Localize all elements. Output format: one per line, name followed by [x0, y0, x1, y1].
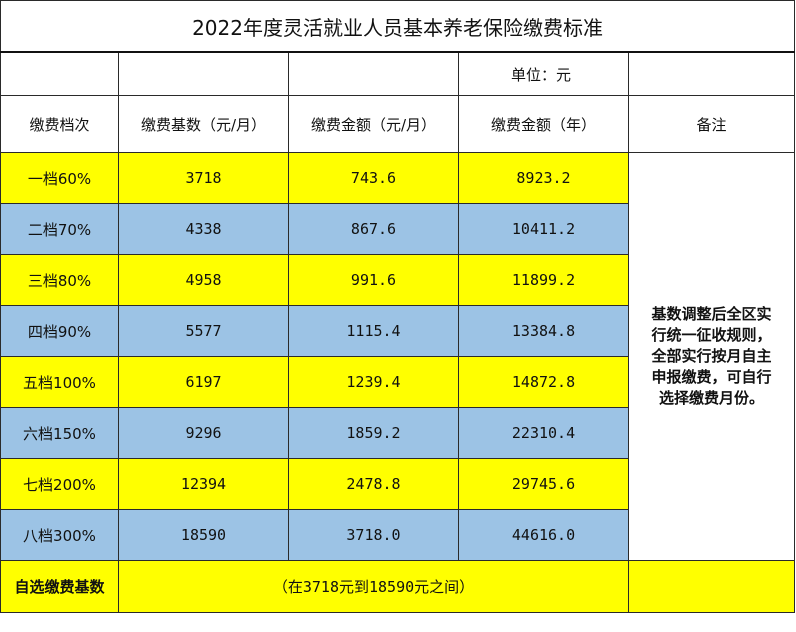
yearly-cell[interactable]: 22310.4 [458, 407, 629, 459]
base-cell[interactable]: 6197 [118, 356, 289, 408]
monthly-cell[interactable]: 743.6 [288, 152, 459, 204]
cell-empty[interactable] [0, 51, 119, 96]
level-cell[interactable]: 七档200% [0, 458, 119, 510]
level-cell[interactable]: 六档150% [0, 407, 119, 459]
level-cell[interactable]: 二档70% [0, 203, 119, 255]
yearly-cell[interactable]: 8923.2 [458, 152, 629, 204]
base-cell[interactable]: 18590 [118, 509, 289, 561]
cell-empty[interactable] [627, 51, 796, 96]
header-note[interactable]: 备注 [627, 95, 796, 153]
monthly-cell[interactable]: 991.6 [288, 254, 459, 306]
yearly-cell[interactable]: 29745.6 [458, 458, 629, 510]
header-yearly[interactable]: 缴费金额（年） [458, 95, 629, 153]
yearly-cell[interactable]: 14872.8 [458, 356, 629, 408]
base-cell[interactable]: 4958 [118, 254, 289, 306]
note-line: 申报缴费，可自行 [651, 368, 772, 386]
note-line: 基数调整后全区实 [651, 305, 772, 323]
note-cell[interactable]: 基数调整后全区实 行统一征收规则， 全部实行按月自主 申报缴费，可自行 选择缴费… [627, 152, 796, 561]
monthly-cell[interactable]: 867.6 [288, 203, 459, 255]
level-cell[interactable]: 三档80% [0, 254, 119, 306]
monthly-cell[interactable]: 3718.0 [288, 509, 459, 561]
table-row: 一档60% 3718 743.6 8923.2 基数调整后全区实 行统一征收规则… [0, 152, 796, 561]
monthly-cell[interactable]: 2478.8 [288, 458, 459, 510]
note-line: 全部实行按月自主 [651, 347, 772, 365]
yearly-cell[interactable]: 11899.2 [458, 254, 629, 306]
cell-empty[interactable] [627, 560, 796, 613]
monthly-cell[interactable]: 1239.4 [288, 356, 459, 408]
level-cell[interactable]: 一档60% [0, 152, 119, 204]
yearly-cell[interactable]: 10411.2 [458, 203, 629, 255]
base-cell[interactable]: 4338 [118, 203, 289, 255]
base-cell[interactable]: 5577 [118, 305, 289, 357]
base-cell[interactable]: 12394 [118, 458, 289, 510]
table-row: 自选缴费基数 （在3718元到18590元之间） [0, 560, 796, 613]
level-cell[interactable]: 五档100% [0, 356, 119, 408]
yearly-cell[interactable]: 13384.8 [458, 305, 629, 357]
header-monthly[interactable]: 缴费金额（元/月） [288, 95, 459, 153]
note-line: 行统一征收规则， [651, 326, 772, 344]
level-cell[interactable]: 八档300% [0, 509, 119, 561]
cell-empty[interactable] [288, 51, 459, 96]
table-title[interactable]: 2022年度灵活就业人员基本养老保险缴费标准 [0, 0, 796, 53]
base-cell[interactable]: 3718 [118, 152, 289, 204]
monthly-cell[interactable]: 1859.2 [288, 407, 459, 459]
header-base[interactable]: 缴费基数（元/月） [118, 95, 289, 153]
note-line: 选择缴费月份。 [659, 389, 765, 407]
custom-base-range[interactable]: （在3718元到18590元之间） [118, 560, 629, 613]
cell-empty[interactable] [118, 51, 289, 96]
yearly-cell[interactable]: 44616.0 [458, 509, 629, 561]
contribution-table: 2022年度灵活就业人员基本养老保险缴费标准 单位：元 缴费档次 缴费基数（元/… [0, 0, 796, 613]
level-cell[interactable]: 四档90% [0, 305, 119, 357]
unit-label[interactable]: 单位：元 [458, 51, 629, 96]
base-cell[interactable]: 9296 [118, 407, 289, 459]
custom-base-label[interactable]: 自选缴费基数 [0, 560, 119, 613]
monthly-cell[interactable]: 1115.4 [288, 305, 459, 357]
header-level[interactable]: 缴费档次 [0, 95, 119, 153]
